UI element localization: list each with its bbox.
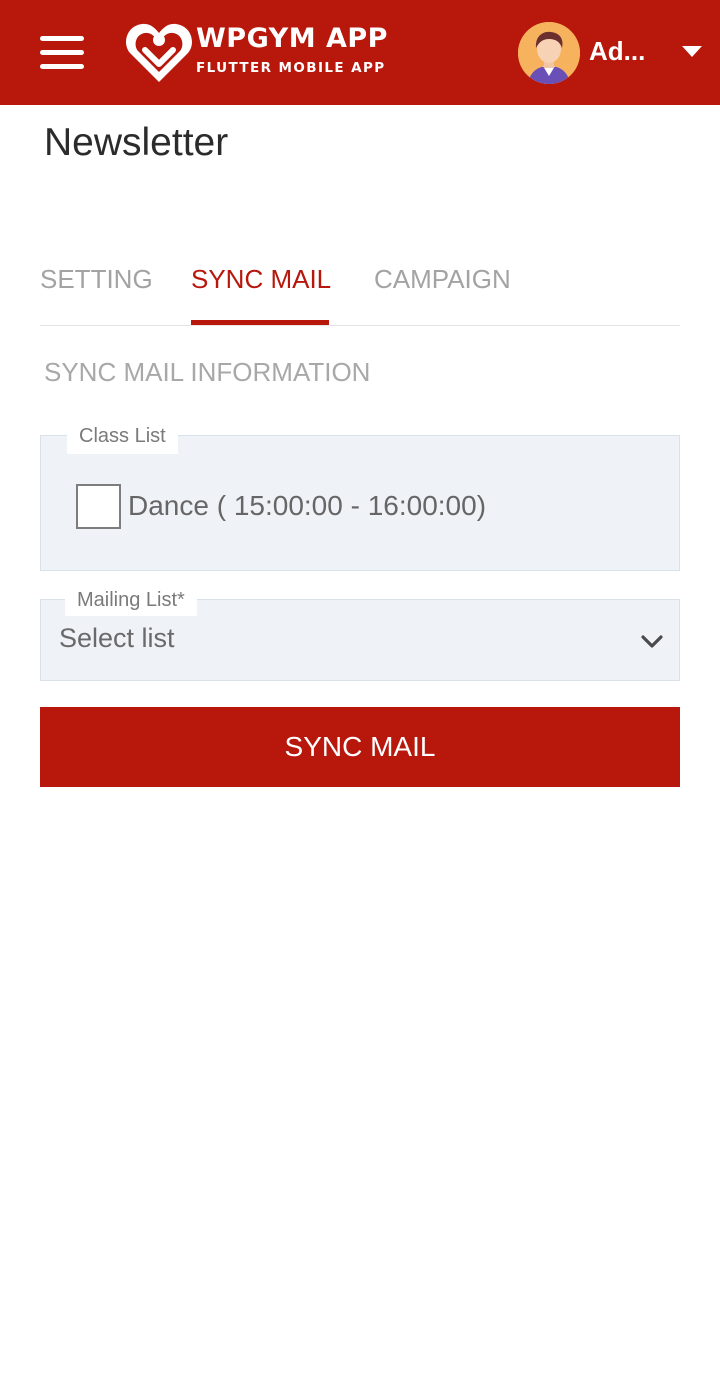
avatar[interactable]	[518, 22, 580, 84]
sync-mail-button[interactable]: SYNC MAIL	[40, 707, 680, 787]
section-title: SYNC MAIL INFORMATION	[44, 357, 371, 387]
class-list-group: Class List Dance ( 15:00:00 - 16:00:00)	[40, 422, 680, 571]
mailing-list-legend: Mailing List*	[65, 586, 197, 616]
mailing-list-value: Select list	[59, 623, 175, 653]
app-logo: WPGYM APP FLUTTER MOBILE APP	[126, 20, 396, 84]
caret-down-icon[interactable]	[682, 46, 702, 57]
user-avatar-icon	[518, 22, 580, 84]
class-list-legend: Class List	[67, 422, 178, 454]
tab-campaign[interactable]: CAMPAIGN	[374, 264, 511, 295]
logo-title: WPGYM APP	[196, 23, 388, 54]
tab-setting[interactable]: SETTING	[40, 264, 153, 295]
user-name: Ad...	[589, 36, 646, 66]
heart-logo-icon	[126, 23, 192, 82]
active-tab-indicator	[191, 320, 329, 325]
chevron-down-icon	[641, 635, 663, 648]
app-bar: WPGYM APP FLUTTER MOBILE APP Ad...	[0, 0, 720, 105]
class-checkbox[interactable]	[76, 484, 121, 529]
mailing-list-select[interactable]: Mailing List* Select list	[40, 586, 680, 681]
menu-icon[interactable]	[38, 34, 86, 72]
logo-subtitle: FLUTTER MOBILE APP	[196, 60, 386, 76]
menu-line	[40, 50, 84, 55]
menu-line	[40, 36, 84, 41]
page-title: Newsletter	[44, 121, 229, 164]
class-option-label[interactable]: Dance ( 15:00:00 - 16:00:00)	[128, 490, 486, 522]
tab-bar: SETTING SYNC MAIL CAMPAIGN	[40, 248, 680, 326]
tab-sync-mail[interactable]: SYNC MAIL	[191, 264, 331, 295]
menu-line	[40, 64, 84, 69]
